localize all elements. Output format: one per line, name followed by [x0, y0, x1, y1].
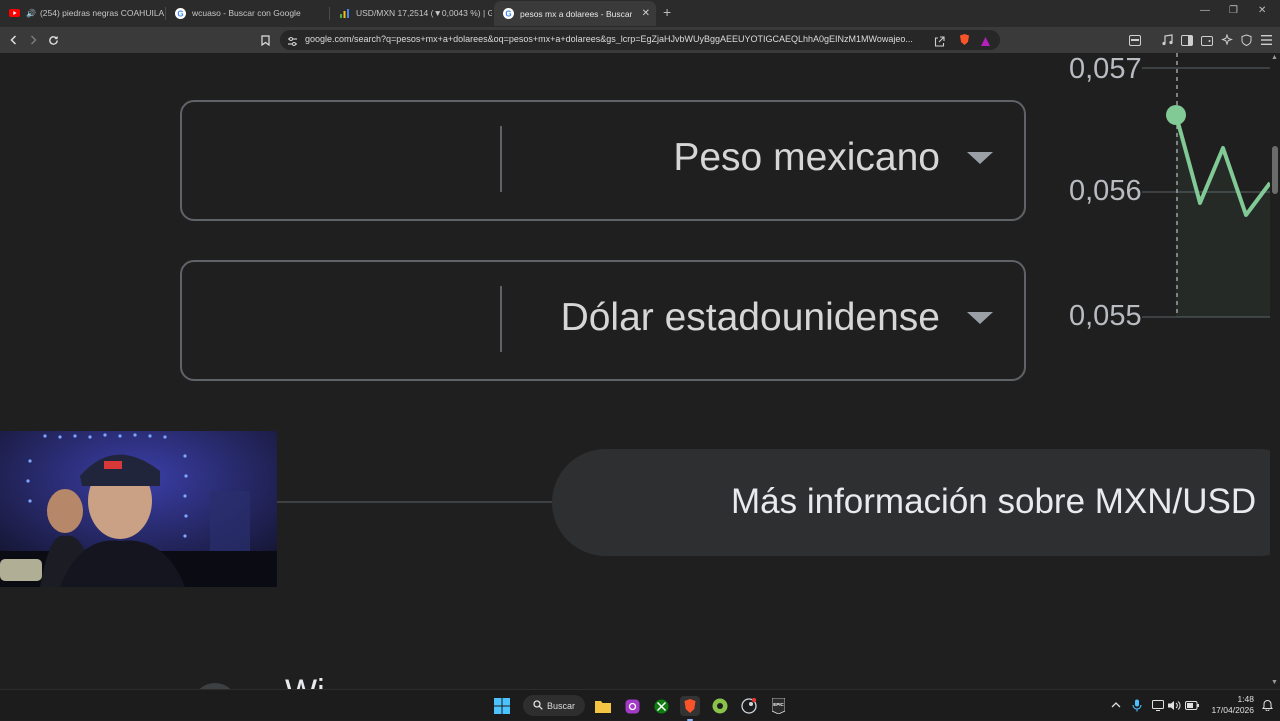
instagram-icon[interactable] [622, 696, 642, 716]
back-icon[interactable] [5, 31, 23, 49]
steam-icon[interactable] [739, 696, 759, 716]
sidebar-icon[interactable] [1180, 33, 1194, 47]
volume-icon[interactable] [1167, 698, 1181, 712]
network-icon[interactable] [1151, 698, 1165, 712]
more-info-button[interactable]: Más información sobre MXN/USD [552, 449, 1280, 556]
from-currency-select[interactable]: Peso mexicano [673, 136, 940, 180]
y-tick-label: 0,057 [1069, 53, 1142, 85]
scroll-up-icon[interactable]: ▲ [1271, 54, 1278, 61]
tab-pesos-dolares[interactable]: G pesos mx a dolarees - Buscar co ✕ [494, 1, 656, 26]
y-tick-label: 0,056 [1069, 175, 1142, 207]
site-info-icon[interactable] [287, 34, 298, 52]
tab-title: pesos mx a dolarees - Buscar co [520, 8, 632, 19]
maximize-icon[interactable]: ❐ [1229, 5, 1238, 16]
epic-games-icon[interactable]: EPIC [768, 696, 788, 716]
leo-ai-icon[interactable] [1220, 33, 1234, 47]
youtube-icon [9, 8, 20, 19]
search-label: Buscar [547, 700, 576, 711]
wallet-icon[interactable] [1200, 33, 1214, 47]
exchange-rate-chart[interactable]: 0,057 0,056 0,055 [1060, 53, 1280, 333]
minimize-icon[interactable]: — [1200, 5, 1210, 16]
to-currency-select[interactable]: Dólar estadounidense [561, 296, 940, 340]
tab-google-search[interactable]: G wcuaso - Buscar con Google [166, 2, 330, 24]
clock-date: 17/04/2026 [1211, 705, 1254, 715]
address-bar[interactable]: google.com/search?q=pesos+mx+a+dolarees&… [280, 30, 1000, 50]
vpn-shield-icon[interactable] [1239, 33, 1253, 47]
divider [276, 501, 552, 503]
reload-icon[interactable] [44, 31, 62, 49]
more-info-label: Más información sobre MXN/USD [731, 482, 1257, 521]
new-tab-button[interactable]: + [663, 4, 671, 20]
microphone-icon[interactable] [1130, 698, 1144, 712]
game-app-icon[interactable] [710, 696, 730, 716]
file-explorer-icon[interactable] [593, 696, 613, 716]
tab-usd-mxn[interactable]: USD/MXN 17,2514 (▼0,0043 %) | Go [330, 2, 492, 24]
dropdown-arrow-icon[interactable] [967, 312, 993, 324]
brave-rewards-icon[interactable] [980, 34, 991, 52]
search-results-page: Peso mexicano Dólar estadounidense 0,057… [0, 53, 1280, 689]
share-icon[interactable] [934, 34, 945, 52]
webcam-overlay [0, 431, 277, 587]
menu-icon[interactable] [1259, 33, 1273, 47]
battery-icon[interactable] [1185, 698, 1199, 712]
browser-toolbar: google.com/search?q=pesos+mx+a+dolarees&… [0, 27, 1280, 53]
y-tick-label: 0,055 [1069, 300, 1142, 332]
search-icon [533, 699, 543, 712]
forward-icon[interactable] [24, 31, 42, 49]
system-clock[interactable]: 1:48 17/04/2026 [1208, 694, 1254, 716]
svg-text:EPIC: EPIC [773, 702, 784, 707]
media-icon[interactable] [1160, 33, 1174, 47]
notifications-icon[interactable] [1260, 698, 1274, 712]
google-icon: G [503, 8, 514, 19]
hover-point [1166, 105, 1186, 125]
scroll-down-icon[interactable]: ▼ [1271, 679, 1278, 686]
close-tab-icon[interactable]: ✕ [642, 8, 650, 19]
dropdown-arrow-icon[interactable] [967, 152, 993, 164]
url-text: google.com/search?q=pesos+mx+a+dolarees&… [305, 34, 913, 44]
from-currency-field[interactable]: Peso mexicano [180, 100, 1026, 221]
tab-strip: 🔊 (254) piedras negras COAHUILA G wcuaso… [0, 0, 1280, 27]
tab-title: USD/MXN 17,2514 (▼0,0043 %) | Go [356, 8, 492, 18]
windows-start-icon[interactable] [492, 696, 512, 716]
show-hidden-icons-icon[interactable] [1109, 698, 1123, 712]
google-icon: G [175, 7, 186, 19]
brave-shields-icon[interactable] [958, 33, 971, 51]
xbox-icon[interactable] [651, 696, 671, 716]
to-currency-field[interactable]: Dólar estadounidense [180, 260, 1026, 381]
brave-browser-icon[interactable] [680, 696, 700, 721]
svg-text:G: G [177, 9, 183, 18]
speaker-icon[interactable]: 🔊 [26, 9, 36, 18]
close-window-icon[interactable]: ✕ [1258, 5, 1266, 16]
result-title[interactable]: Wi [285, 673, 325, 689]
chart-icon [339, 8, 350, 19]
tab-youtube[interactable]: 🔊 (254) piedras negras COAHUILA [0, 2, 166, 24]
bookmark-icon[interactable] [256, 31, 274, 49]
sidebar-panel-icon[interactable] [1128, 33, 1142, 47]
svg-text:G: G [505, 9, 511, 18]
tab-title: wcuaso - Buscar con Google [192, 8, 301, 18]
taskbar-search[interactable]: Buscar [523, 695, 585, 716]
clock-time: 1:48 [1237, 694, 1254, 704]
scrollbar-thumb[interactable] [1272, 146, 1278, 194]
price-area [1176, 115, 1270, 317]
tab-title: (254) piedras negras COAHUILA [39, 8, 165, 18]
page-scrollbar[interactable]: ▲ ▼ [1270, 53, 1280, 689]
windows-taskbar: Buscar EPIC 1:48 17/04/2026 [0, 689, 1280, 721]
webcam-image [0, 431, 277, 587]
